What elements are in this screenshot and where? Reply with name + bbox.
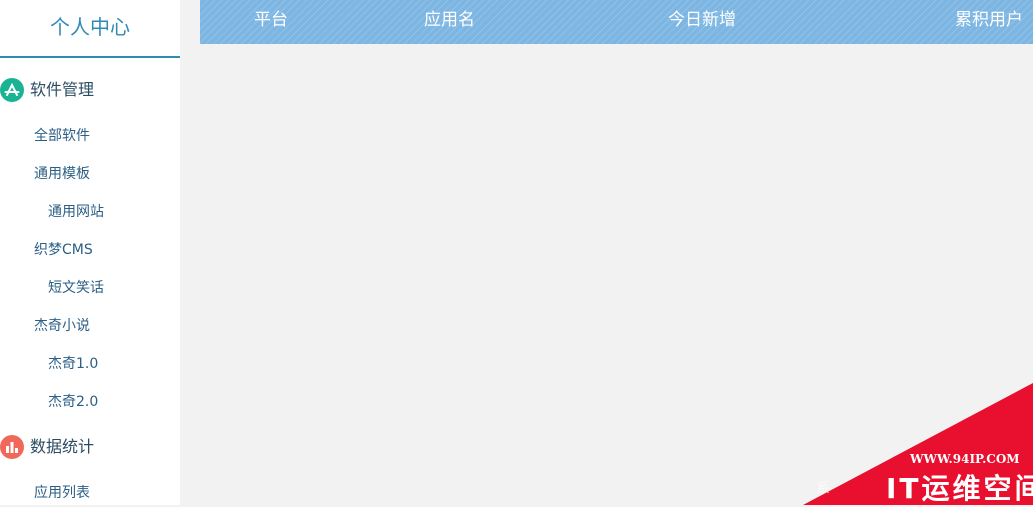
sidebar: 个人中心 软件管理 全部软件 通用模板 通用网站 织梦CMS 短文笑话 杰奇小说…: [0, 0, 180, 505]
bar-chart-icon: [0, 435, 24, 459]
sidebar-item-all-software[interactable]: 全部软件: [34, 125, 90, 147]
sidebar-item-app-list[interactable]: 应用列表: [34, 482, 90, 504]
app-store-icon: [0, 78, 24, 102]
sidebar-item-jieqi-2[interactable]: 杰奇2.0: [48, 391, 98, 413]
sidebar-item-general-templates[interactable]: 通用模板: [34, 163, 90, 185]
sidebar-item-jieqi-novel[interactable]: 杰奇小说: [34, 315, 90, 337]
column-header-today-new[interactable]: 今日新增: [668, 0, 736, 40]
column-header-total-users[interactable]: 累积用户: [955, 0, 1023, 40]
sidebar-item-dedecms[interactable]: 织梦CMS: [34, 239, 93, 261]
column-header-platform[interactable]: 平台: [254, 0, 288, 40]
sidebar-item-jieqi-1[interactable]: 杰奇1.0: [48, 353, 98, 375]
section-label: 数据统计: [30, 437, 95, 456]
sidebar-item-general-website[interactable]: 通用网站: [48, 201, 104, 223]
section-data-statistics[interactable]: 数据统计: [0, 433, 180, 463]
section-software-management[interactable]: 软件管理: [0, 76, 180, 106]
table-header: 平台 应用名 今日新增 累积用户: [200, 0, 1033, 44]
watermark-faint-text: 系: [816, 481, 830, 497]
section-label: 软件管理: [30, 80, 95, 99]
watermark-name: IT运维空间: [886, 472, 1033, 505]
sidebar-title[interactable]: 个人中心: [0, 0, 180, 58]
column-header-app-name[interactable]: 应用名: [424, 0, 475, 40]
watermark-url: WWW.94IP.COM: [910, 452, 1020, 466]
sidebar-item-short-jokes[interactable]: 短文笑话: [48, 277, 104, 299]
